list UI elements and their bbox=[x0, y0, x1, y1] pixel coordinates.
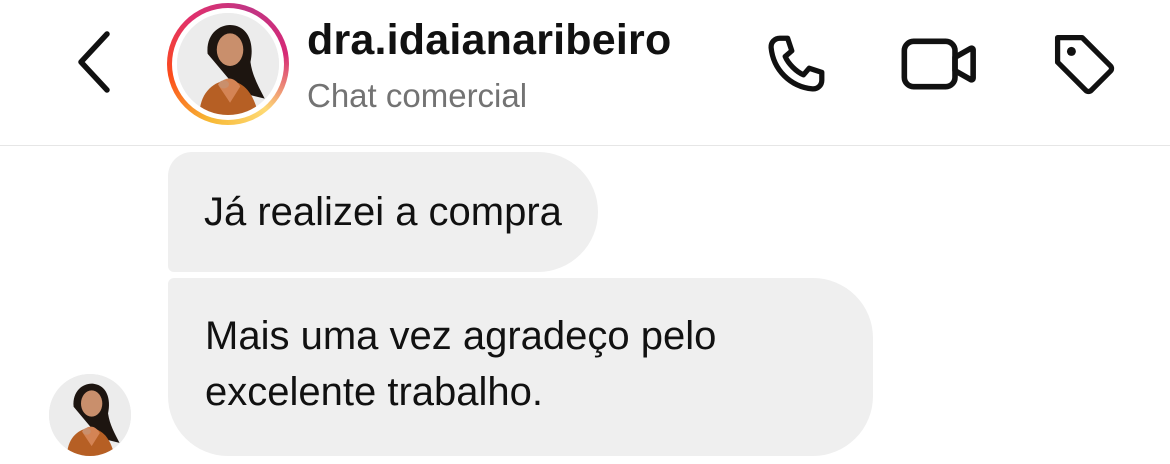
back-button[interactable] bbox=[66, 28, 122, 96]
avatar bbox=[177, 13, 279, 115]
chevron-left-icon bbox=[78, 31, 110, 93]
chat-subtitle: Chat comercial bbox=[307, 77, 528, 114]
message-text: Já realizei a compra bbox=[204, 190, 562, 234]
phone-icon bbox=[768, 35, 825, 92]
tag-icon bbox=[1054, 34, 1115, 95]
message-text-line: excelente trabalho. bbox=[205, 370, 544, 414]
message-bubble[interactable]: Mais uma vez agradeço pelo excelente tra… bbox=[168, 278, 873, 456]
video-camera-icon bbox=[901, 38, 976, 90]
message-bubble[interactable]: Já realizei a compra bbox=[168, 152, 598, 272]
chat-title-block[interactable]: dra.idaianaribeiro Chat comercial bbox=[307, 14, 671, 116]
username[interactable]: dra.idaianaribeiro bbox=[307, 14, 671, 66]
voice-call-button[interactable] bbox=[754, 22, 838, 106]
tag-button[interactable] bbox=[1042, 22, 1126, 106]
profile-avatar-story-ring[interactable] bbox=[167, 3, 289, 125]
video-call-button[interactable] bbox=[897, 22, 981, 106]
story-ring-gap bbox=[172, 8, 284, 120]
header-divider bbox=[0, 145, 1170, 146]
message-text-line: Mais uma vez agradeço pelo bbox=[205, 314, 717, 358]
chat-header: dra.idaianaribeiro Chat comercial bbox=[0, 0, 1170, 145]
sender-avatar[interactable] bbox=[49, 374, 131, 456]
